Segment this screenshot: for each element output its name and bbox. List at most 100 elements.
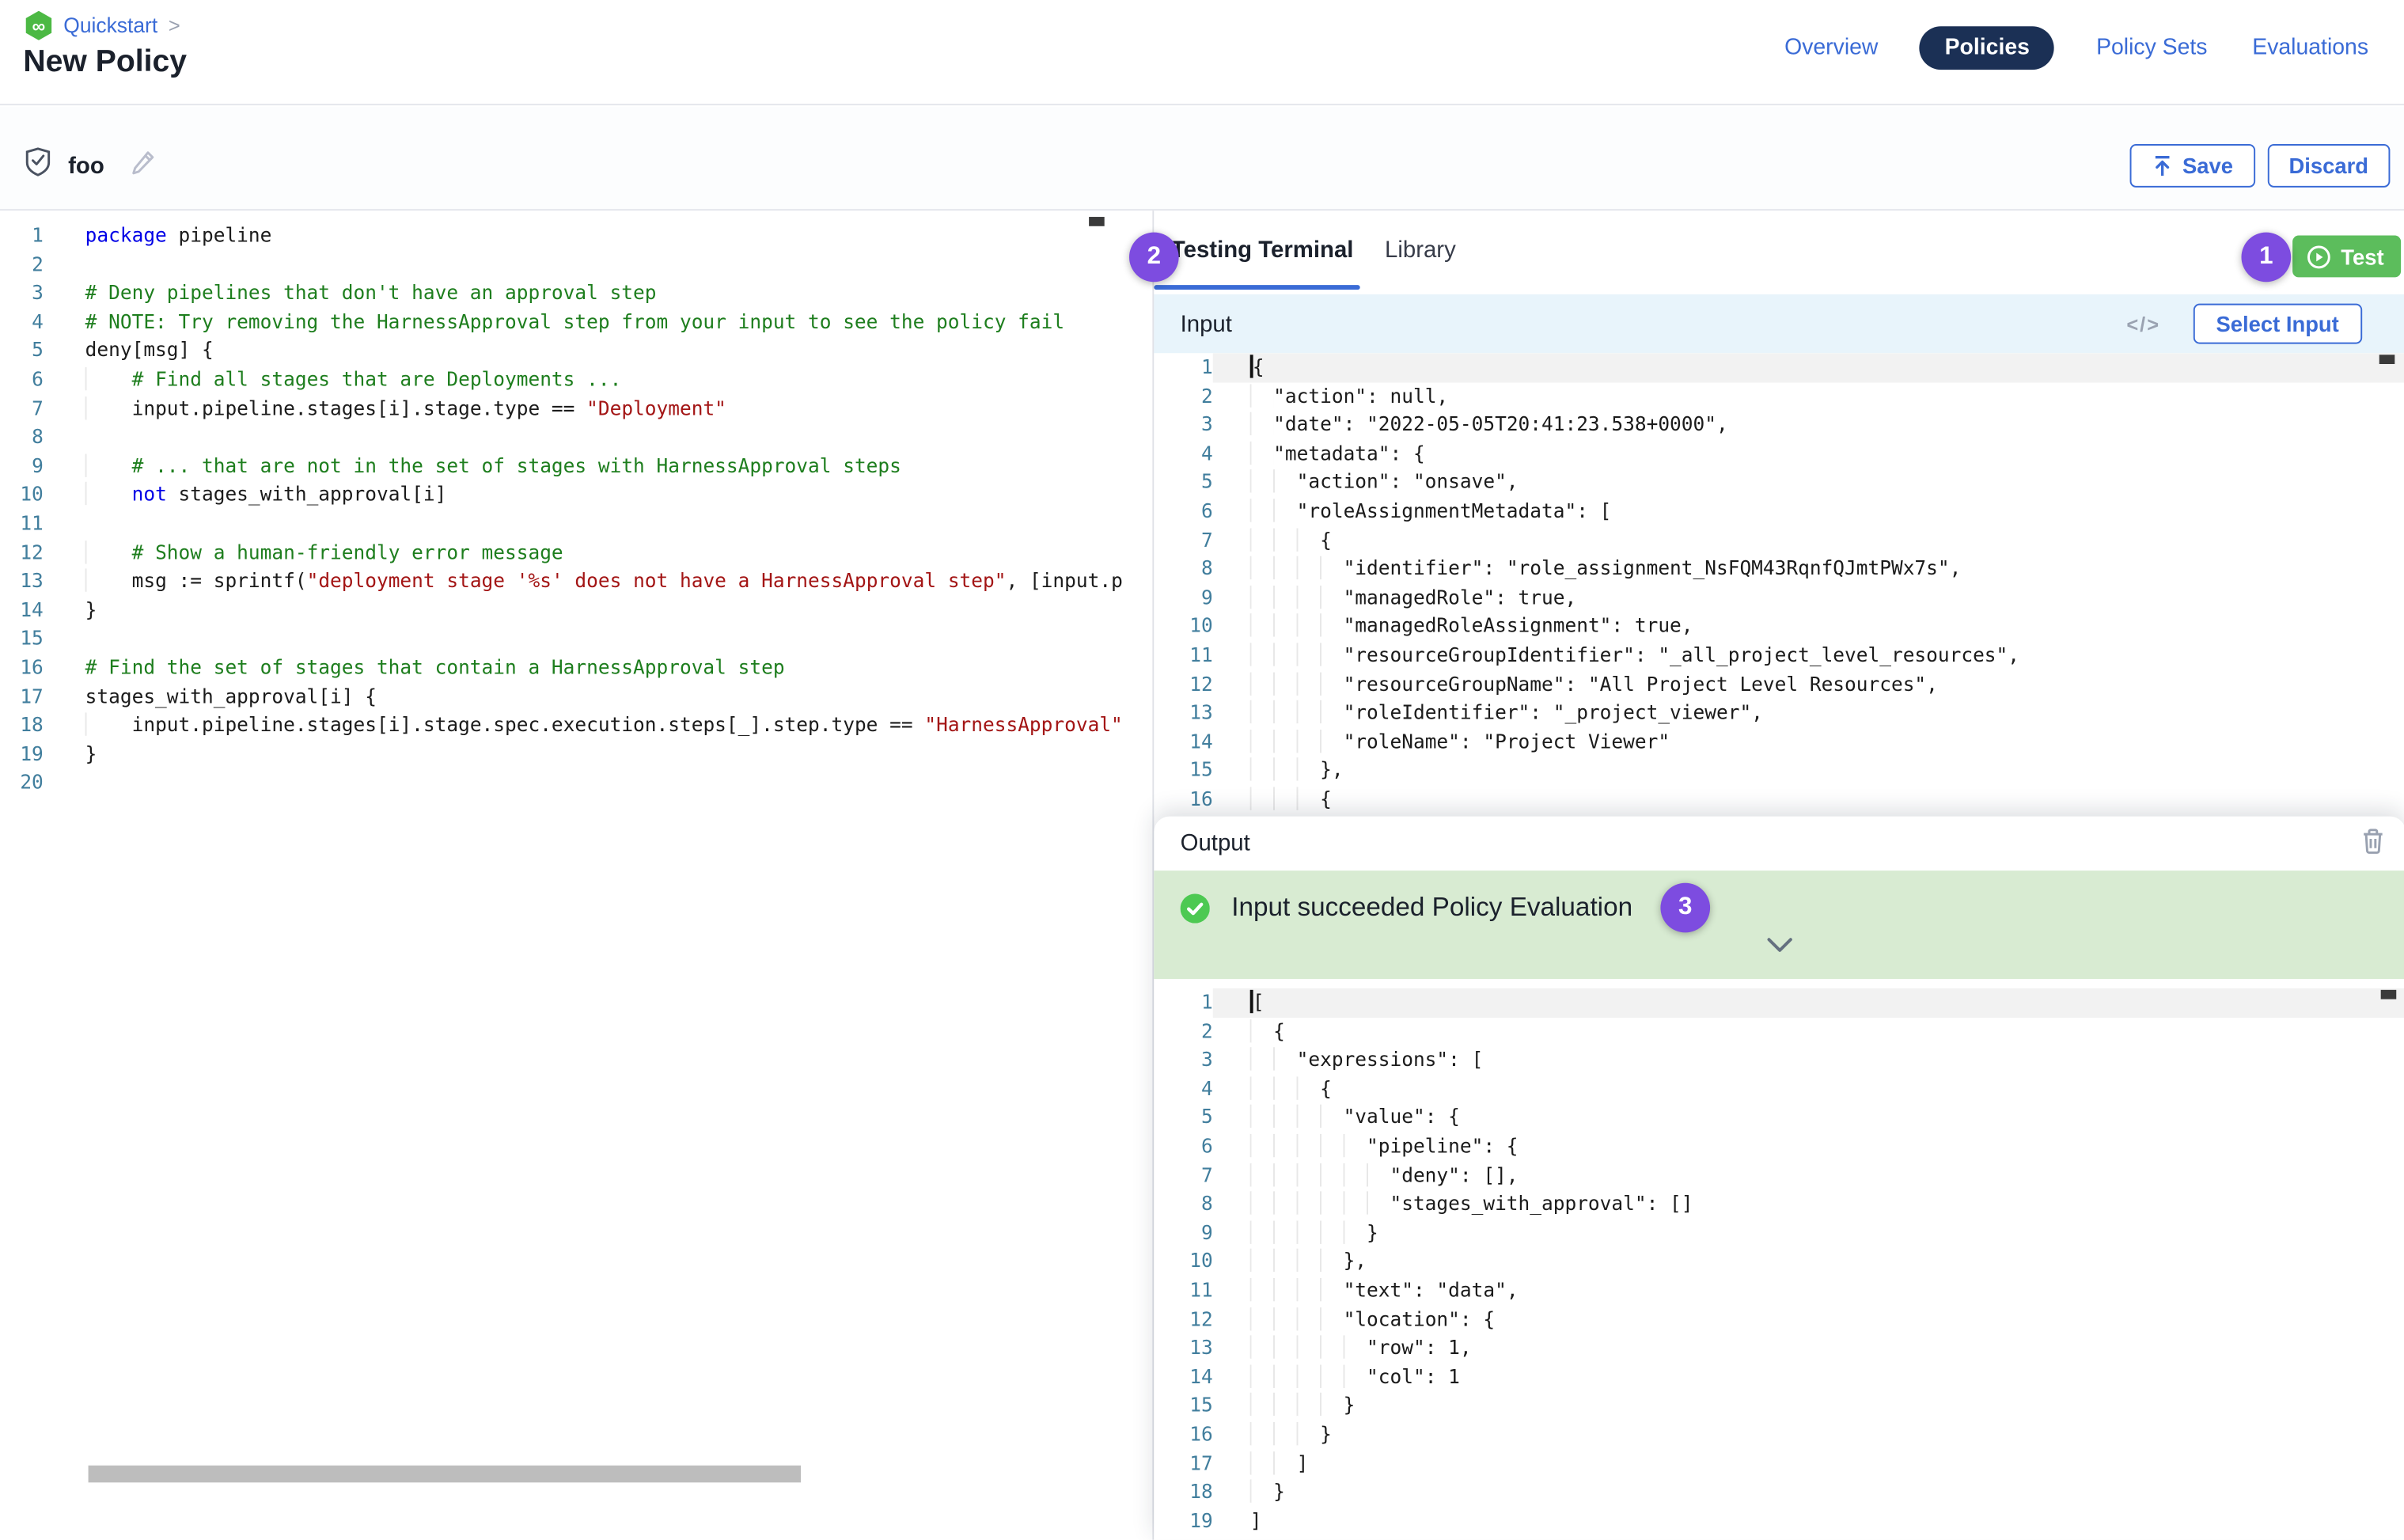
code-line[interactable]: 2 { bbox=[1154, 1017, 2404, 1045]
code-line[interactable]: 8 bbox=[0, 423, 1152, 452]
code-line[interactable]: 1[ bbox=[1154, 988, 2404, 1017]
code-line-text: }, bbox=[1213, 1247, 2404, 1276]
code-line[interactable]: 15 }, bbox=[1154, 757, 2404, 785]
expand-details-chevron-icon[interactable] bbox=[1766, 935, 1794, 958]
tab-testing-terminal[interactable]: Testing Terminal bbox=[1171, 237, 1354, 263]
line-number: 10 bbox=[1154, 1247, 1212, 1276]
evaluation-success-banner: Input succeeded Policy Evaluation 3 bbox=[1154, 871, 2404, 979]
line-number: 11 bbox=[0, 510, 44, 538]
nav-overview[interactable]: Overview bbox=[1781, 29, 1881, 66]
code-line-text: } bbox=[1213, 1478, 2404, 1507]
code-line[interactable]: 18 input.pipeline.stages[i].stage.spec.e… bbox=[0, 711, 1152, 740]
input-json-editor[interactable]: 1{2 "action": null,3 "date": "2022-05-05… bbox=[1154, 353, 2404, 816]
code-line[interactable]: 10 }, bbox=[1154, 1247, 2404, 1276]
code-line[interactable]: 3 "date": "2022-05-05T20:41:23.538+0000"… bbox=[1154, 411, 2404, 439]
code-line-text: } bbox=[1213, 1421, 2404, 1449]
code-line[interactable]: 16 { bbox=[1154, 785, 2404, 814]
code-line[interactable]: 9 } bbox=[1154, 1219, 2404, 1247]
code-line[interactable]: 19] bbox=[1154, 1507, 2404, 1535]
line-number: 18 bbox=[1154, 1478, 1212, 1507]
test-button[interactable]: Test bbox=[2293, 236, 2402, 278]
code-line[interactable]: 17 ] bbox=[1154, 1449, 2404, 1477]
code-line[interactable]: 1package pipeline bbox=[0, 222, 1152, 250]
code-line[interactable]: 20 bbox=[0, 768, 1152, 797]
nav-policies[interactable]: Policies bbox=[1920, 26, 2054, 70]
code-line[interactable]: 4 "metadata": { bbox=[1154, 440, 2404, 468]
code-line-text: "metadata": { bbox=[1213, 440, 2404, 468]
code-line[interactable]: 16 } bbox=[1154, 1421, 2404, 1449]
nav-policy-sets[interactable]: Policy Sets bbox=[2093, 29, 2210, 66]
code-line[interactable]: 3 "expressions": [ bbox=[1154, 1046, 2404, 1075]
code-line[interactable]: 14 "roleName": "Project Viewer" bbox=[1154, 727, 2404, 756]
line-number: 2 bbox=[1154, 1017, 1212, 1045]
breadcrumb-quickstart-link[interactable]: Quickstart bbox=[63, 14, 157, 37]
code-line[interactable]: 11 bbox=[0, 510, 1152, 538]
code-line-text bbox=[44, 624, 1153, 653]
code-line[interactable]: 13 "roleIdentifier": "_project_viewer", bbox=[1154, 699, 2404, 727]
code-view-icon[interactable]: </> bbox=[2126, 312, 2160, 335]
code-line[interactable]: 11 "text": "data", bbox=[1154, 1276, 2404, 1305]
clear-output-button[interactable] bbox=[2360, 827, 2385, 859]
policy-toolbar: foo Save Discard bbox=[0, 107, 2404, 211]
code-line[interactable]: 1{ bbox=[1154, 353, 2404, 381]
discard-button[interactable]: Discard bbox=[2267, 144, 2390, 188]
code-line[interactable]: 14 "col": 1 bbox=[1154, 1363, 2404, 1391]
code-line[interactable]: 6 "pipeline": { bbox=[1154, 1132, 2404, 1161]
code-line[interactable]: 7 "deny": [], bbox=[1154, 1161, 2404, 1189]
code-line-text: "date": "2022-05-05T20:41:23.538+0000", bbox=[1213, 411, 2404, 439]
code-line[interactable]: 7 input.pipeline.stages[i].stage.type ==… bbox=[0, 394, 1152, 423]
code-line[interactable]: 11 "resourceGroupIdentifier": "_all_proj… bbox=[1154, 641, 2404, 669]
code-line[interactable]: 6 "roleAssignmentMetadata": [ bbox=[1154, 497, 2404, 525]
code-line[interactable]: 12 # Show a human-friendly error message bbox=[0, 538, 1152, 567]
code-line[interactable]: 8 "identifier": "role_assignment_NsFQM43… bbox=[1154, 555, 2404, 583]
code-line[interactable]: 9 "managedRole": true, bbox=[1154, 583, 2404, 612]
walkthrough-badge-3: 3 bbox=[1660, 883, 1710, 933]
code-line[interactable]: 15 bbox=[0, 624, 1152, 653]
code-line[interactable]: 2 "action": null, bbox=[1154, 382, 2404, 411]
code-line[interactable]: 7 { bbox=[1154, 526, 2404, 555]
code-line[interactable]: 10 not stages_with_approval[i] bbox=[0, 480, 1152, 509]
code-line[interactable]: 4# NOTE: Try removing the HarnessApprova… bbox=[0, 308, 1152, 336]
tab-library[interactable]: Library bbox=[1385, 237, 1456, 263]
code-line[interactable]: 6 # Find all stages that are Deployments… bbox=[0, 366, 1152, 394]
line-number: 15 bbox=[0, 624, 44, 653]
code-line[interactable]: 19} bbox=[0, 740, 1152, 768]
code-line-text: deny[msg] { bbox=[44, 337, 1153, 366]
code-line[interactable]: 5 "action": "onsave", bbox=[1154, 468, 2404, 497]
edit-name-icon[interactable] bbox=[131, 148, 157, 184]
overview-ruler-mark bbox=[1089, 217, 1105, 226]
horizontal-scrollbar[interactable] bbox=[89, 1466, 801, 1483]
code-line[interactable]: 12 "location": { bbox=[1154, 1305, 2404, 1333]
policy-code-editor[interactable]: 1package pipeline23# Deny pipelines that… bbox=[0, 211, 1152, 1540]
testing-terminal-panel: 2 Testing Terminal Library 1 Test Input … bbox=[1152, 211, 2404, 1540]
line-number: 5 bbox=[1154, 1103, 1212, 1132]
select-input-button[interactable]: Select Input bbox=[2193, 304, 2362, 344]
code-line[interactable]: 2 bbox=[0, 250, 1152, 279]
code-line[interactable]: 5 "value": { bbox=[1154, 1103, 2404, 1132]
code-line[interactable]: 8 "stages_with_approval": [] bbox=[1154, 1190, 2404, 1219]
code-line[interactable]: 18 } bbox=[1154, 1478, 2404, 1507]
code-line[interactable]: 15 } bbox=[1154, 1391, 2404, 1420]
line-number: 6 bbox=[0, 366, 44, 394]
code-line-text: # Find the set of stages that contain a … bbox=[44, 654, 1153, 682]
line-number: 4 bbox=[1154, 440, 1212, 468]
code-line[interactable]: 13 msg := sprintf("deployment stage '%s'… bbox=[0, 567, 1152, 596]
code-line[interactable]: 14} bbox=[0, 596, 1152, 624]
code-line[interactable]: 5deny[msg] { bbox=[0, 337, 1152, 366]
code-line[interactable]: 10 "managedRoleAssignment": true, bbox=[1154, 613, 2404, 641]
code-line[interactable]: 9 # ... that are not in the set of stage… bbox=[0, 452, 1152, 480]
code-line[interactable]: 17stages_with_approval[i] { bbox=[0, 682, 1152, 711]
code-line[interactable]: 3# Deny pipelines that don't have an app… bbox=[0, 279, 1152, 308]
code-line-text: "text": "data", bbox=[1213, 1276, 2404, 1305]
code-line[interactable]: 13 "row": 1, bbox=[1154, 1334, 2404, 1363]
line-number: 11 bbox=[1154, 641, 1212, 669]
code-line[interactable]: 4 { bbox=[1154, 1075, 2404, 1103]
nav-evaluations[interactable]: Evaluations bbox=[2249, 29, 2372, 66]
line-number: 11 bbox=[1154, 1276, 1212, 1305]
output-json-editor[interactable]: 1[2 {3 "expressions": [4 {5 "value": {6 … bbox=[1154, 979, 2404, 1540]
code-line-text: msg := sprintf("deployment stage '%s' do… bbox=[44, 567, 1153, 596]
code-line[interactable]: 16# Find the set of stages that contain … bbox=[0, 654, 1152, 682]
breadcrumb: ∞ Quickstart > bbox=[25, 11, 180, 40]
save-button[interactable]: Save bbox=[2129, 144, 2254, 188]
code-line[interactable]: 12 "resourceGroupName": "All Project Lev… bbox=[1154, 670, 2404, 699]
